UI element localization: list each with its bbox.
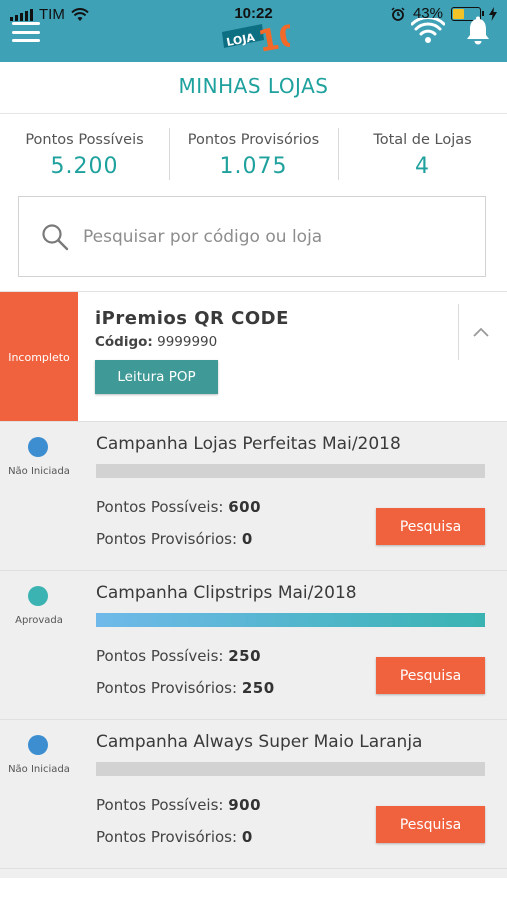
notification-bell-icon[interactable] [464, 16, 492, 46]
stat-value: 1.075 [219, 154, 288, 179]
store-code-value: 9999990 [157, 334, 218, 350]
store-status-badge: Incompleto [0, 292, 78, 422]
store-code-label: Código: [95, 334, 153, 350]
survey-button[interactable]: Pesquisa [376, 657, 485, 694]
points-possible-value: 900 [228, 796, 262, 814]
campaign-card: Não Iniciada Campanha Lojas Perfeitas Ma… [0, 421, 507, 570]
search-box[interactable] [18, 196, 486, 277]
store-card: Incompleto iPremios QR CODE Código: 9999… [0, 291, 507, 422]
points-possible-label: Pontos Possíveis: [96, 498, 224, 516]
points-possible-label: Pontos Possíveis: [96, 647, 224, 665]
store-code: Código: 9999990 [95, 334, 217, 350]
next-card-edge [0, 868, 507, 878]
survey-button[interactable]: Pesquisa [376, 508, 485, 545]
app-header: TIM 10:22 43% LOJA 10 [0, 0, 507, 62]
stat-label: Total de Lojas [373, 132, 472, 148]
campaign-title: Campanha Lojas Perfeitas Mai/2018 [96, 434, 401, 454]
chevron-up-icon [473, 327, 489, 337]
points-possible-value: 600 [228, 498, 262, 516]
campaign-points-possible: Pontos Possíveis: 600 [96, 498, 261, 516]
stat-provisional-points: Pontos Provisórios 1.075 [169, 114, 338, 194]
campaign-progress-bar [96, 762, 485, 776]
points-provisional-value: 0 [241, 828, 253, 846]
wifi-icon [411, 18, 445, 43]
campaign-title: Campanha Clipstrips Mai/2018 [96, 583, 357, 603]
stat-label: Pontos Possíveis [25, 132, 144, 148]
stat-total-stores: Total de Lojas 4 [338, 114, 507, 194]
campaign-card: Não Iniciada Campanha Always Super Maio … [0, 719, 507, 868]
campaign-points-possible: Pontos Possíveis: 900 [96, 796, 261, 814]
points-provisional-label: Pontos Provisórios: [96, 530, 238, 548]
store-name: iPremios QR CODE [95, 308, 289, 329]
campaign-status: Não Iniciada [8, 764, 70, 775]
campaign-status-dot [28, 735, 48, 755]
points-possible-label: Pontos Possíveis: [96, 796, 224, 814]
campaign-title: Campanha Always Super Maio Laranja [96, 732, 423, 752]
collapse-toggle[interactable] [458, 304, 507, 360]
stat-label: Pontos Provisórios [187, 132, 320, 148]
campaign-points-provisional: Pontos Provisórios: 250 [96, 679, 275, 697]
menu-icon[interactable] [12, 22, 40, 42]
stat-possible-points: Pontos Possíveis 5.200 [0, 114, 169, 194]
survey-button[interactable]: Pesquisa [376, 806, 485, 843]
campaign-status: Não Iniciada [8, 466, 70, 477]
stat-value: 4 [415, 154, 430, 179]
points-provisional-label: Pontos Provisórios: [96, 828, 238, 846]
search-input[interactable] [83, 226, 463, 247]
read-pop-button[interactable]: Leitura POP [95, 360, 218, 394]
loja10-logo: LOJA 10 [222, 18, 290, 58]
campaign-points-provisional: Pontos Provisórios: 0 [96, 828, 253, 846]
alarm-icon [391, 6, 405, 21]
campaign-status-dot [28, 437, 48, 457]
stat-value: 5.200 [50, 154, 119, 179]
points-provisional-value: 250 [241, 679, 275, 697]
campaign-points-provisional: Pontos Provisórios: 0 [96, 530, 253, 548]
points-provisional-value: 0 [241, 530, 253, 548]
page-title: MINHAS LOJAS [0, 62, 507, 114]
campaign-card: Aprovada Campanha Clipstrips Mai/2018 Po… [0, 570, 507, 719]
points-provisional-label: Pontos Provisórios: [96, 679, 238, 697]
campaign-progress-bar [96, 613, 485, 627]
stats-summary: Pontos Possíveis 5.200 Pontos Provisório… [0, 114, 507, 194]
svg-text:10: 10 [256, 18, 290, 58]
search-icon [42, 223, 69, 250]
points-possible-value: 250 [228, 647, 262, 665]
campaign-status: Aprovada [15, 615, 63, 626]
campaign-status-dot [28, 586, 48, 606]
campaign-points-possible: Pontos Possíveis: 250 [96, 647, 261, 665]
campaign-progress-bar [96, 464, 485, 478]
